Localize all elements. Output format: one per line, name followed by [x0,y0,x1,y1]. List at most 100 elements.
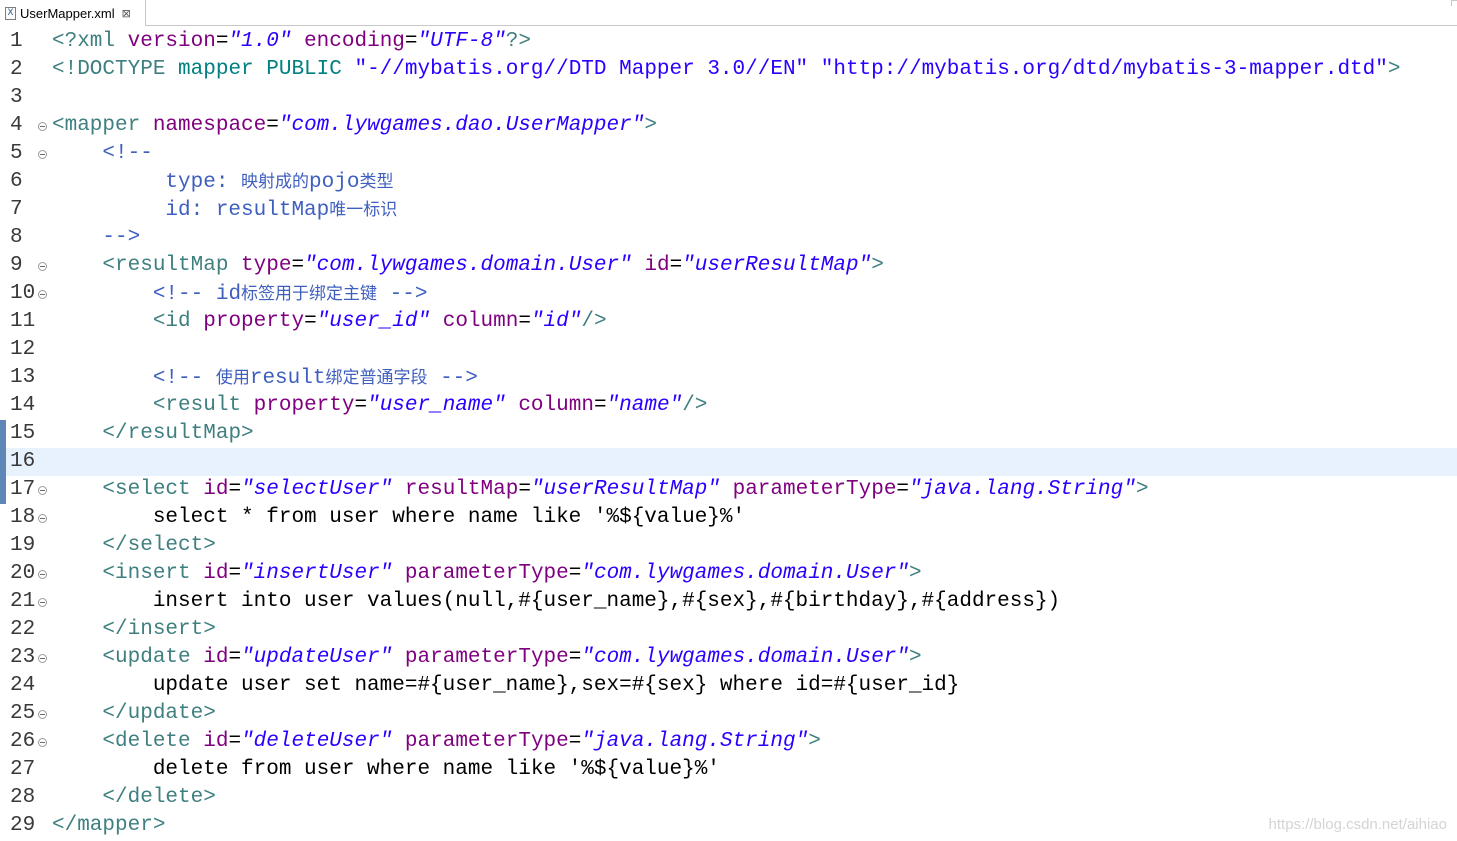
code-line[interactable]: 25 </update> [0,700,1457,728]
code-token: > [1135,478,1149,501]
code-text: <id property="user_id" column="id"/> [52,308,607,336]
code-token: 绑定普通字段 [325,368,428,388]
code-token: "user_name" [367,394,506,417]
code-token: column [442,310,519,333]
code-token: = [669,254,683,277]
fold-collapse-icon[interactable] [38,486,47,495]
code-token: ?> [505,30,531,53]
code-editor[interactable]: 1 <?xml version="1.0" encoding="UTF-8"?> 2… [0,26,1457,841]
code-line[interactable]: 26 <delete id="deleteUser" parameterType… [0,728,1457,756]
fold-collapse-icon[interactable] [38,122,47,131]
code-line[interactable]: 3 [0,84,1457,112]
code-text: <!DOCTYPE mapper PUBLIC "-//mybatis.org/… [52,56,1400,84]
fold-collapse-icon[interactable] [38,738,47,747]
code-token: "com.lywgames.domain.User" [304,254,632,277]
line-number: 6 [10,170,23,193]
code-token: <result [152,394,254,417]
code-line[interactable]: 24 update user set name=#{user_name},sex… [0,672,1457,700]
code-line[interactable]: 6 type: 映射成的pojo类型 [0,168,1457,196]
code-line[interactable]: 9 <resultMap type="com.lywgames.domain.U… [0,252,1457,280]
code-line[interactable]: 17 <select id="selectUser" resultMap="us… [0,476,1457,504]
code-line[interactable]: 13 <!-- 使用result绑定普通字段 --> [0,364,1457,392]
tab-usermapper-xml[interactable]: X UserMapper.xml ⊠ [0,0,146,26]
code-token: id [644,254,670,277]
code-text: type: 映射成的pojo类型 [52,168,393,196]
code-line[interactable]: 7 id: resultMap唯一标识 [0,196,1457,224]
fold-collapse-icon[interactable] [38,570,47,579]
code-token: <!-- [102,142,153,165]
code-text: <result property="user_name" column="nam… [52,392,708,420]
code-text: --> [52,224,140,252]
code-line[interactable]: 4 <mapper namespace="com.lywgames.dao.Use… [0,112,1457,140]
code-token: > [909,562,922,585]
code-token: id [203,562,229,585]
code-token: --> [102,226,141,249]
code-token: property [203,310,305,333]
code-line[interactable]: 23 <update id="updateUser" parameterType… [0,644,1457,672]
fold-collapse-icon[interactable] [38,262,47,271]
code-line[interactable]: 2 <!DOCTYPE mapper PUBLIC "-//mybatis.org… [0,56,1457,84]
code-line[interactable]: 18 select * from user where name like '%… [0,504,1457,532]
code-line[interactable]: 10 <!-- id标签用于绑定主键 --> [0,280,1457,308]
code-token: = [404,30,418,53]
code-token: "selectUser" [241,478,393,501]
code-token: parameterType [404,646,569,669]
fold-collapse-icon[interactable] [38,598,47,607]
code-line[interactable]: 14 <result property="user_name" column="… [0,392,1457,420]
fold-collapse-icon[interactable] [38,654,47,663]
line-number: 17 [10,478,36,501]
code-line[interactable]: 15 </resultMap> [0,420,1457,448]
code-text: </insert> [52,616,215,644]
code-line[interactable]: 29 </mapper> [0,812,1457,840]
code-line[interactable]: 16 [0,448,1457,476]
code-text: </mapper> [52,812,165,840]
code-text: <insert id="insertUser" parameterType="c… [52,560,922,588]
code-line[interactable]: 19 </select> [0,532,1457,560]
code-token: <resultMap [102,254,242,277]
code-line[interactable]: 20 <insert id="insertUser" parameterType… [0,560,1457,588]
code-token: = [304,310,317,333]
code-token: "1.0" [228,30,292,53]
code-token: > [1387,58,1401,81]
code-token: --> [427,367,478,390]
code-line[interactable]: 21 insert into user values(null,#{user_n… [0,588,1457,616]
code-token: parameterType [404,562,569,585]
change-marker [0,448,6,476]
code-token: /> [682,394,708,417]
fold-collapse-icon[interactable] [38,150,47,159]
code-line[interactable]: 27 delete from user where name like '%${… [0,756,1457,784]
fold-collapse-icon[interactable] [38,290,47,299]
code-token: "UTF-8" [417,30,506,53]
code-token: <delete [102,730,204,753]
code-token: "name" [606,394,683,417]
editor-tab-bar: X UserMapper.xml ⊠ [0,0,1457,26]
code-line[interactable]: 5 <!-- [0,140,1457,168]
line-number: 29 [10,814,36,837]
fold-collapse-icon[interactable] [38,514,47,523]
code-line[interactable]: 28 </delete> [0,784,1457,812]
close-icon[interactable]: ⊠ [122,7,131,20]
code-line[interactable]: 12 [0,336,1457,364]
code-line[interactable]: 11 <id property="user_id" column="id"/> [0,308,1457,336]
code-token: = [228,478,242,501]
fold-collapse-icon[interactable] [38,710,47,719]
code-line[interactable]: 22 </insert> [0,616,1457,644]
code-text: delete from user where name like '%${val… [52,756,720,784]
code-token: <insert [102,562,204,585]
code-line[interactable]: 8 --> [0,224,1457,252]
code-token: = [291,254,305,277]
code-line[interactable]: 1 <?xml version="1.0" encoding="UTF-8"?> [0,28,1457,56]
